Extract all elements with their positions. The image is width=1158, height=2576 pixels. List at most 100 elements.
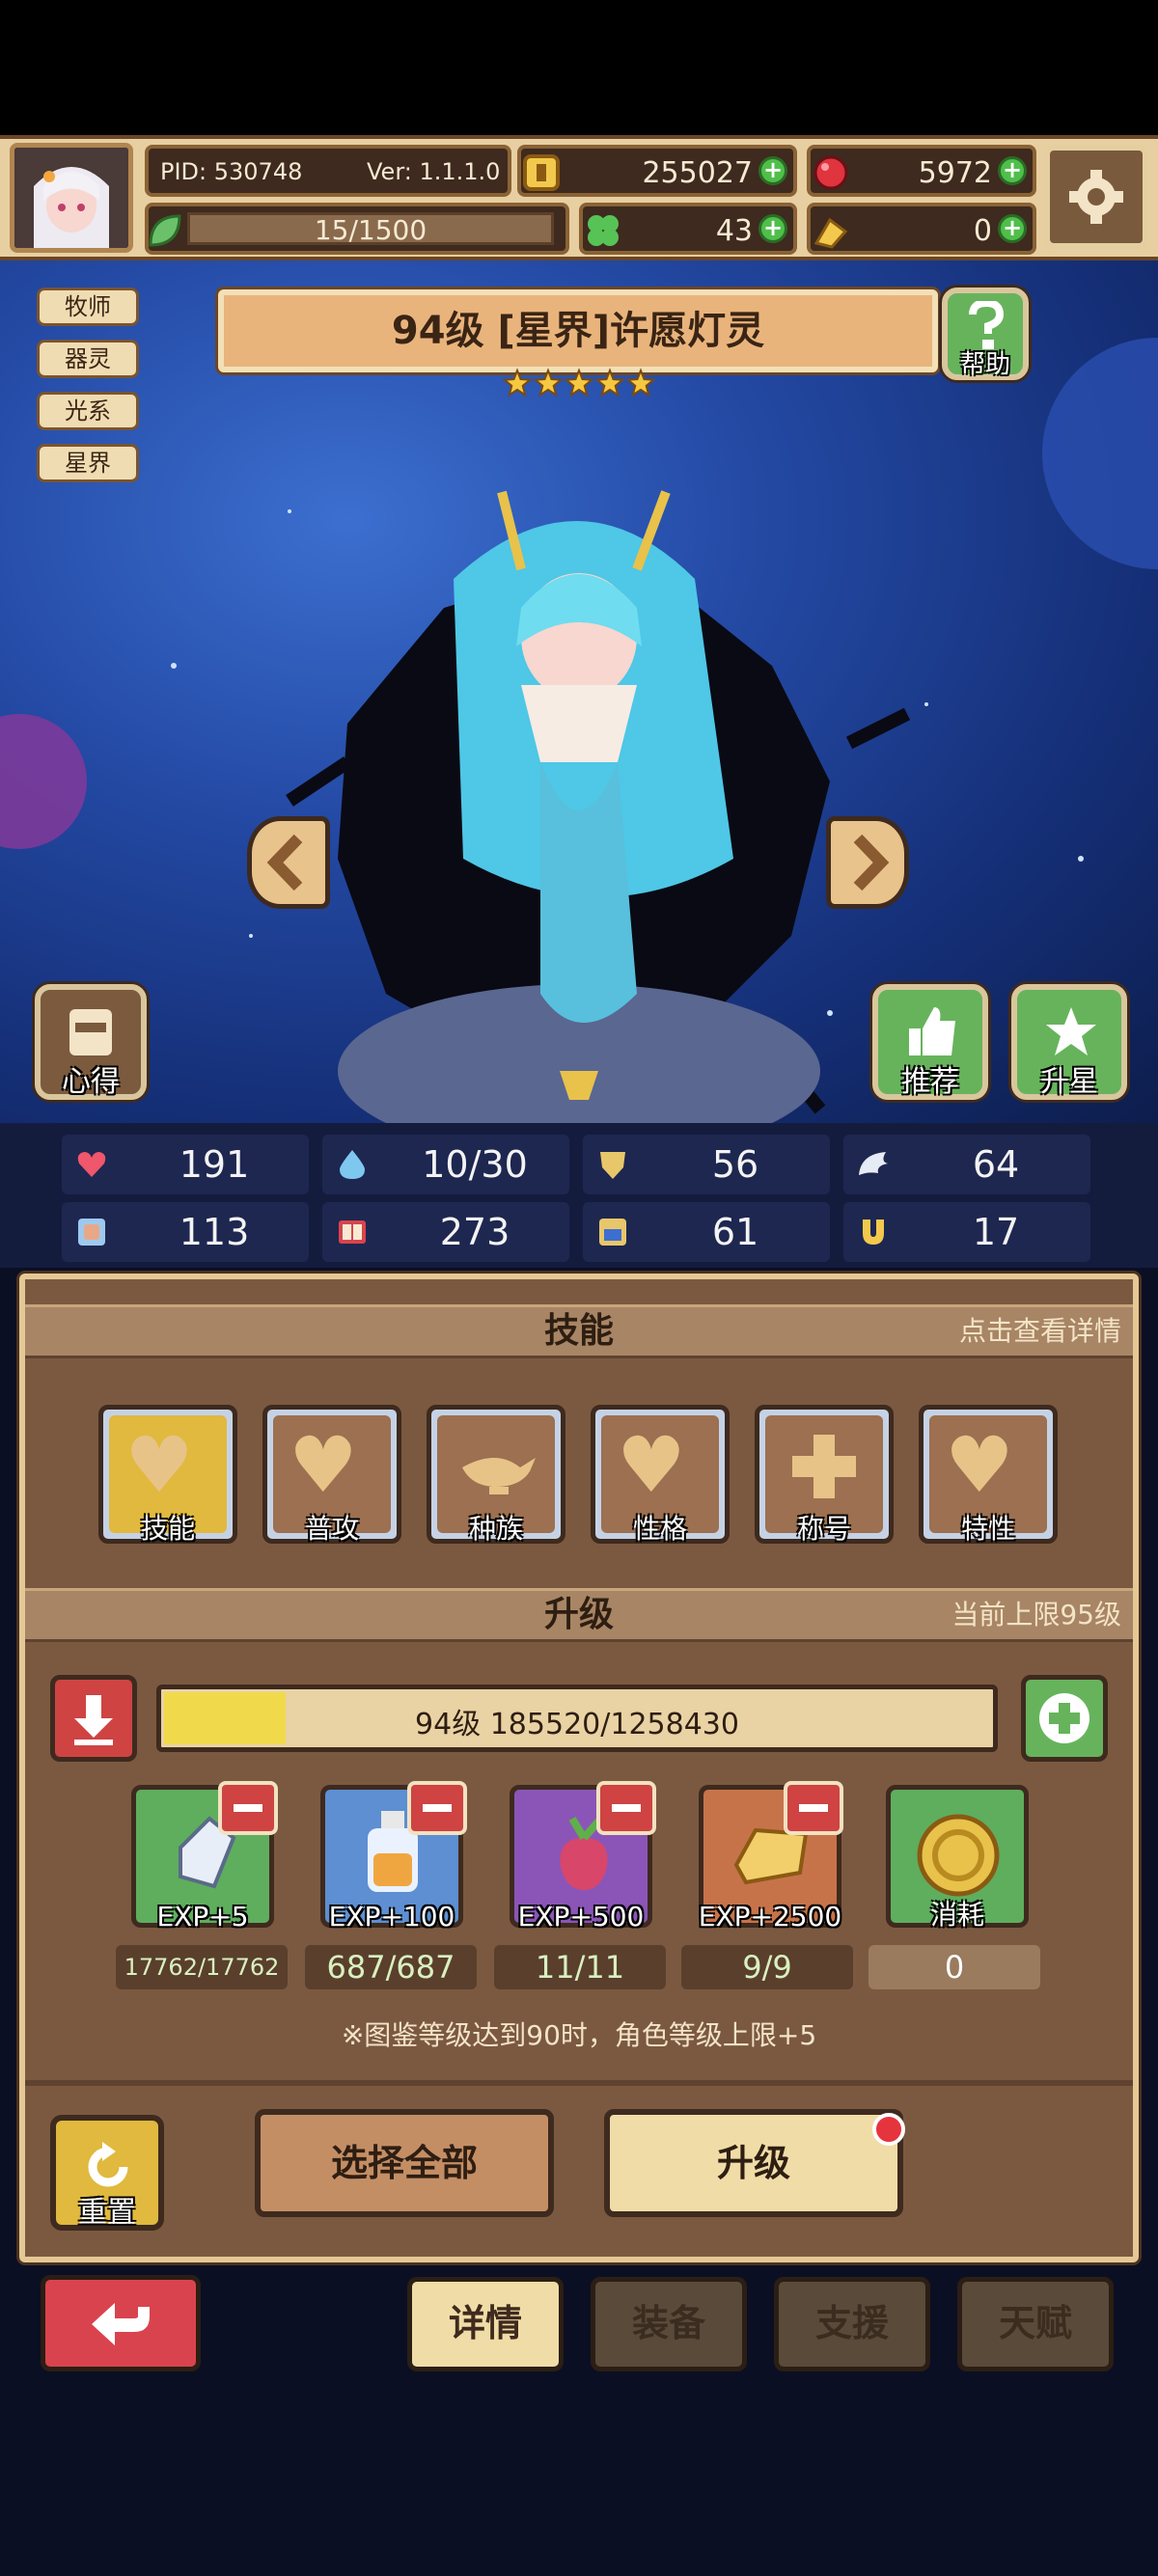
stat-luck: 17: [843, 1202, 1090, 1262]
heart-icon: [77, 1152, 106, 1177]
avatar-portrait: [14, 148, 128, 248]
tag-realm[interactable]: 星界: [37, 444, 139, 482]
upgrade-section-header: 升级 当前上限95级: [25, 1588, 1133, 1642]
divider: [25, 2080, 1133, 2086]
stat-resist: 61: [583, 1202, 830, 1262]
skill-slot-title[interactable]: 称号: [755, 1405, 894, 1545]
stamina-leaf-icon: [149, 214, 181, 247]
help-button[interactable]: 帮助: [942, 288, 1029, 380]
shield-icon: [600, 1152, 625, 1179]
gold-box: 255027 +: [517, 145, 797, 197]
notes-label: 心得: [62, 1065, 120, 1099]
return-arrow-icon: [92, 2303, 150, 2345]
add-gold-button[interactable]: +: [758, 156, 787, 185]
level-down-button[interactable]: [50, 1675, 137, 1762]
gear-icon: [1069, 170, 1123, 224]
scroll-icon: [599, 1219, 626, 1246]
skill-slot-label: 特性: [960, 1513, 1015, 1545]
tag-class[interactable]: 牧师: [37, 288, 139, 326]
character-name: 94级 [星界]许愿灯灵: [391, 309, 765, 353]
player-avatar[interactable]: [10, 143, 133, 253]
tab-support[interactable]: 支援: [774, 2277, 930, 2371]
add-clover-button[interactable]: +: [758, 214, 787, 243]
gold-coin-icon: [523, 154, 560, 191]
stat-speed: 64: [843, 1135, 1090, 1194]
star-rating: [502, 365, 656, 403]
tab-talent[interactable]: 天赋: [957, 2277, 1114, 2371]
exp-item-500-minus-button[interactable]: [596, 1781, 656, 1835]
plus-icon: [1039, 1693, 1089, 1743]
skills-section-header[interactable]: 技能 点击查看详情: [25, 1304, 1133, 1358]
skill-slot-normal-attack[interactable]: ♥ 普攻: [262, 1405, 401, 1545]
reset-label: 重置: [78, 2196, 136, 2230]
gem-amount: 5972: [918, 156, 992, 190]
tab-details[interactable]: 详情: [407, 2277, 564, 2371]
next-character-button[interactable]: [826, 816, 909, 909]
consume-count: 0: [868, 1945, 1040, 1989]
exp-item-100-count: 687/687: [305, 1945, 477, 1989]
notebook-icon: [69, 1009, 112, 1055]
recommend-button[interactable]: 推荐: [872, 984, 988, 1100]
reset-button[interactable]: 重置: [50, 2115, 164, 2231]
heart-icon: ♥: [289, 1420, 358, 1510]
player-id: PID: 530748: [160, 158, 303, 185]
arrow-left-icon: [266, 834, 303, 891]
skill-slot-race[interactable]: 种族: [427, 1405, 565, 1545]
skill-slot-skill[interactable]: ♥ 技能: [98, 1405, 237, 1545]
magic-lamp-icon: [462, 1458, 536, 1494]
gem-box: 5972 +: [807, 145, 1036, 197]
wing-icon: [859, 1152, 888, 1175]
tab-equipment[interactable]: 装备: [591, 2277, 747, 2371]
previous-character-button[interactable]: [247, 816, 330, 909]
book-icon: [339, 1220, 366, 1244]
game-version: Ver: 1.1.1.0: [367, 158, 501, 185]
ticket-icon: [813, 217, 848, 249]
fist-icon: [78, 1219, 105, 1246]
gold-coin-icon: [917, 1814, 1000, 1897]
tag-element[interactable]: 光系: [37, 392, 139, 430]
horseshoe-icon: [863, 1219, 884, 1245]
settings-button[interactable]: [1044, 145, 1148, 249]
add-ticket-button[interactable]: +: [998, 214, 1027, 243]
stars-icon: [502, 368, 656, 397]
skill-slot-label: 称号: [796, 1513, 851, 1545]
stat-defense: 56: [583, 1135, 830, 1194]
exp-consume-slot[interactable]: 消耗: [886, 1785, 1029, 1931]
exp-add-button[interactable]: [1021, 1675, 1108, 1762]
stat-luck-value: 17: [972, 1211, 1020, 1253]
cross-icon: [792, 1435, 856, 1498]
stat-mana: 10/30: [322, 1135, 569, 1194]
help-label: 帮助: [959, 350, 1010, 379]
notes-button[interactable]: 心得: [35, 984, 147, 1100]
star-icon: [1046, 1007, 1096, 1055]
notification-dot: [872, 2113, 905, 2146]
exp-item-label: EXP+2500: [698, 1901, 842, 1932]
select-all-button[interactable]: 选择全部: [255, 2109, 554, 2217]
minus-icon: [234, 1804, 262, 1812]
exp-item-500-count: 11/11: [494, 1945, 666, 1989]
thumbs-up-icon: [909, 1007, 955, 1055]
heart-icon: ♥: [617, 1420, 686, 1510]
question-icon: [969, 301, 1005, 349]
clover-amount: 43: [715, 214, 753, 248]
stat-hp: 191: [62, 1135, 309, 1194]
ticket-box: 0 +: [807, 203, 1036, 255]
skill-slot-trait[interactable]: ♥ 特性: [919, 1405, 1058, 1545]
back-button[interactable]: [41, 2275, 201, 2371]
stat-magic: 273: [322, 1202, 569, 1262]
skill-slot-personality[interactable]: ♥ 性格: [591, 1405, 730, 1545]
star-up-button[interactable]: 升星: [1011, 984, 1127, 1100]
upgrade-button[interactable]: 升级: [604, 2109, 903, 2217]
skill-slot-label: 性格: [632, 1513, 687, 1545]
consume-label: 消耗: [929, 1899, 984, 1931]
minus-icon: [423, 1804, 452, 1812]
tag-type[interactable]: 器灵: [37, 340, 139, 378]
add-gem-button[interactable]: +: [998, 156, 1027, 185]
exp-item-100-minus-button[interactable]: [407, 1781, 467, 1835]
stat-hp-value: 191: [179, 1143, 250, 1186]
skills-section-hint: 点击查看详情: [958, 1315, 1121, 1347]
stat-attack: 113: [62, 1202, 309, 1262]
skill-slot-label: 技能: [140, 1513, 195, 1545]
exp-item-2500-minus-button[interactable]: [784, 1781, 843, 1835]
exp-item-5-minus-button[interactable]: [218, 1781, 278, 1835]
